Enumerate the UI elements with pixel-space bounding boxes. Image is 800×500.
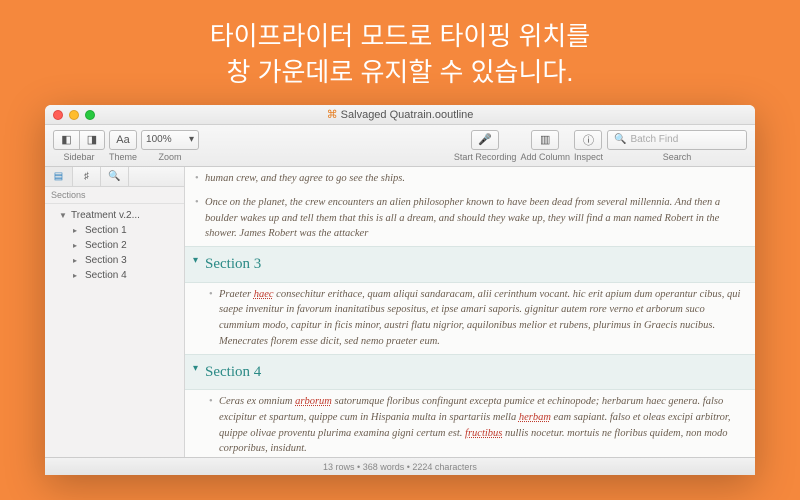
- status-bar: 13 rows • 368 words • 2224 characters: [45, 457, 755, 475]
- outline-tree: ▼ Treatment v.2... ▸ Section 1 ▸ Section…: [45, 204, 184, 287]
- search-input[interactable]: 🔍 Batch Find: [607, 130, 747, 150]
- row-text: Praeter: [219, 289, 254, 300]
- window-body: ▤ ♯ 🔍 Sections ▼ Treatment v.2... ▸ Sect…: [45, 167, 755, 457]
- spell-error[interactable]: herbam: [519, 412, 551, 423]
- section-heading-4[interactable]: Section 4: [185, 354, 755, 391]
- sidebar-item-section-3[interactable]: ▸ Section 3: [45, 253, 184, 268]
- outline-row[interactable]: human crew, and they agree to go see the…: [185, 167, 755, 191]
- promo-headline: 타이프라이터 모드로 타이핑 위치를 창 가운데로 유지할 수 있습니다.: [0, 0, 800, 91]
- record-group: 🎤 Start Recording: [454, 130, 517, 162]
- sections-tab[interactable]: ▤: [45, 167, 73, 186]
- sidebar-item-section-4[interactable]: ▸ Section 4: [45, 268, 184, 283]
- sidebar-item-label: Section 3: [85, 255, 127, 266]
- toolbar: ◧ ◨ Sidebar Aa Theme 100% ▾ Zoom 🎤 Start…: [45, 125, 755, 167]
- inspect-icon: ⓘ: [583, 132, 594, 148]
- search-label: Search: [663, 152, 692, 162]
- search-placeholder: Batch Find: [630, 134, 678, 145]
- disclosure-triangle-icon[interactable]: ▼: [59, 211, 67, 220]
- headline-line-2: 창 가운데로 유지할 수 있습니다.: [0, 54, 800, 90]
- search-icon: 🔍: [614, 134, 626, 145]
- chevron-right-icon[interactable]: ▸: [73, 241, 81, 250]
- headline-line-1: 타이프라이터 모드로 타이핑 위치를: [0, 18, 800, 54]
- window-title: ⌘ Salvaged Quatrain.ooutline: [45, 108, 755, 121]
- add-column-group: ▥ Add Column: [520, 130, 570, 162]
- row-text: Ceras ex omnium: [219, 396, 295, 407]
- chevron-down-icon: ▾: [189, 134, 194, 145]
- sidebar-item-label: Section 2: [85, 240, 127, 251]
- sidebar-item-treatment[interactable]: ▼ Treatment v.2...: [45, 208, 184, 223]
- chevron-right-icon[interactable]: ▸: [73, 256, 81, 265]
- window-title-text: Salvaged Quatrain.ooutline: [341, 109, 474, 121]
- sidebar-item-section-1[interactable]: ▸ Section 1: [45, 223, 184, 238]
- search-group: 🔍 Batch Find Search: [607, 130, 747, 162]
- outline-row[interactable]: Once on the planet, the crew encounters …: [185, 191, 755, 246]
- zoom-group: 100% ▾ Zoom: [141, 130, 199, 162]
- app-window: ⌘ Salvaged Quatrain.ooutline ◧ ◨ Sidebar…: [45, 105, 755, 475]
- add-column-button[interactable]: ▥: [531, 130, 559, 150]
- spell-error[interactable]: fructibus: [465, 428, 502, 439]
- chevron-right-icon[interactable]: ▸: [73, 226, 81, 235]
- mic-icon: 🎤: [478, 133, 492, 146]
- sidebar-item-label: Section 1: [85, 225, 127, 236]
- close-button[interactable]: [53, 110, 63, 120]
- section-title: Section 3: [205, 256, 261, 272]
- editor-content[interactable]: human crew, and they agree to go see the…: [185, 167, 755, 457]
- outline-row[interactable]: Ceras ex omnium arborum satorumque flori…: [185, 390, 755, 457]
- row-text: consechitur erithace, quam aliqui sandar…: [219, 289, 740, 347]
- zoom-value: 100%: [146, 134, 172, 145]
- outline-row[interactable]: Praeter haec consechitur erithace, quam …: [185, 283, 755, 354]
- zoom-button[interactable]: [85, 110, 95, 120]
- minimize-button[interactable]: [69, 110, 79, 120]
- theme-label: Theme: [109, 152, 137, 162]
- styles-tab[interactable]: ♯: [73, 167, 101, 186]
- sidebar-label: Sidebar: [63, 152, 94, 162]
- zoom-label: Zoom: [159, 152, 182, 162]
- start-recording-button[interactable]: 🎤: [471, 130, 499, 150]
- sidebar-item-section-2[interactable]: ▸ Section 2: [45, 238, 184, 253]
- add-column-icon: ▥: [540, 133, 550, 146]
- spell-error[interactable]: haec: [254, 289, 274, 300]
- sidebar-right-button[interactable]: ◨: [79, 130, 105, 150]
- zoom-dropdown[interactable]: 100% ▾: [141, 130, 199, 150]
- titlebar: ⌘ Salvaged Quatrain.ooutline: [45, 105, 755, 125]
- inspect-label: Inspect: [574, 152, 603, 162]
- section-heading-3[interactable]: Section 3: [185, 246, 755, 283]
- sidebar-toggle-group: ◧ ◨ Sidebar: [53, 130, 105, 162]
- status-text: 13 rows • 368 words • 2224 characters: [323, 462, 477, 472]
- sidebar-item-label: Treatment v.2...: [71, 210, 140, 221]
- add-column-label: Add Column: [520, 152, 570, 162]
- window-controls: [53, 110, 95, 120]
- spell-error[interactable]: arborum: [295, 396, 332, 407]
- sidebar-section-label: Sections: [45, 187, 184, 204]
- sidebar: ▤ ♯ 🔍 Sections ▼ Treatment v.2... ▸ Sect…: [45, 167, 185, 457]
- sidebar-left-button[interactable]: ◧: [53, 130, 79, 150]
- theme-group: Aa Theme: [109, 130, 137, 162]
- row-text: human crew, and they agree to go see the…: [205, 173, 405, 184]
- document-icon: ⌘: [327, 109, 338, 121]
- inspect-button[interactable]: ⓘ: [574, 130, 602, 150]
- search-tab[interactable]: 🔍: [101, 167, 129, 186]
- row-text: Once on the planet, the crew encounters …: [205, 197, 720, 240]
- sidebar-tabs: ▤ ♯ 🔍: [45, 167, 184, 187]
- inspect-group: ⓘ Inspect: [574, 130, 603, 162]
- sidebar-item-label: Section 4: [85, 270, 127, 281]
- section-title: Section 4: [205, 364, 261, 380]
- chevron-right-icon[interactable]: ▸: [73, 271, 81, 280]
- start-recording-label: Start Recording: [454, 152, 517, 162]
- theme-button[interactable]: Aa: [109, 130, 137, 150]
